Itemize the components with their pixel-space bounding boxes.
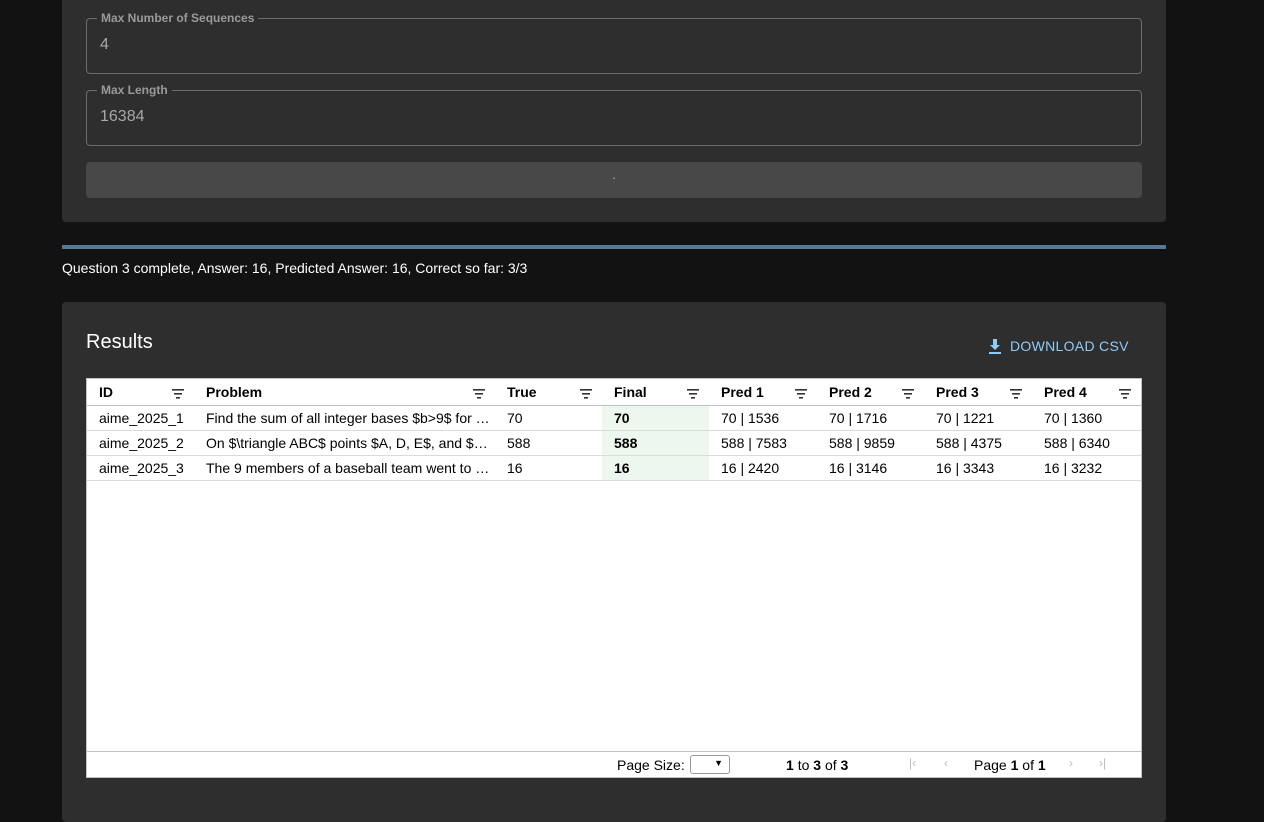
cell-problem[interactable]: The 9 members of a baseball team went to… bbox=[194, 455, 495, 481]
column-header-label: Pred 2 bbox=[829, 384, 872, 400]
column-header-problem[interactable]: Problem bbox=[194, 379, 495, 406]
table-row[interactable]: aime_2025_1 Find the sum of all integer b… bbox=[87, 405, 1141, 431]
column-header-id[interactable]: ID bbox=[87, 379, 194, 406]
cell-pred-2[interactable]: 70 | 1716 bbox=[817, 405, 924, 431]
page-word: Page bbox=[974, 757, 1007, 773]
cell-id[interactable]: aime_2025_1 bbox=[87, 405, 194, 431]
first-page-icon[interactable]: |‹ bbox=[909, 756, 916, 770]
status-text: Question 3 complete, Answer: 16, Predict… bbox=[62, 260, 528, 276]
cell-pred-3[interactable]: 16 | 3343 bbox=[924, 455, 1032, 481]
column-header-pred-1[interactable]: Pred 1 bbox=[709, 379, 817, 406]
cell-id[interactable]: aime_2025_2 bbox=[87, 430, 194, 456]
cell-pred-1[interactable]: 16 | 2420 bbox=[709, 455, 817, 481]
grid-body: aime_2025_1 Find the sum of all integer b… bbox=[87, 405, 1141, 481]
column-header-pred-3[interactable]: Pred 3 bbox=[924, 379, 1032, 406]
cell-pred-1[interactable]: 588 | 7583 bbox=[709, 430, 817, 456]
caret-down-icon: ▼ bbox=[714, 758, 723, 768]
range-from: 1 bbox=[786, 757, 794, 773]
range-to-word: to bbox=[797, 757, 810, 773]
cell-problem[interactable]: Find the sum of all integer bases $b>9$ … bbox=[194, 405, 495, 431]
cell-final[interactable]: 70 bbox=[602, 405, 709, 431]
page-current: 1 bbox=[1010, 757, 1019, 773]
range-to: 3 bbox=[813, 757, 822, 773]
cell-pred-4[interactable]: 588 | 6340 bbox=[1032, 430, 1141, 456]
results-grid: ID Problem True Final Pred 1 Pred 2 Pred 3 Pred… bbox=[86, 378, 1142, 778]
table-row[interactable]: aime_2025_3 The 9 members of a baseball t… bbox=[87, 455, 1141, 481]
page-indicator: Page 1 of 1 bbox=[974, 757, 1046, 773]
max-sequences-input[interactable]: 4 bbox=[100, 36, 109, 54]
range-total: 3 bbox=[840, 757, 849, 773]
results-card: Results DOWNLOAD CSV ID Problem True Final P… bbox=[62, 302, 1166, 822]
column-header-label: Final bbox=[614, 384, 647, 400]
prev-page-icon[interactable]: ‹ bbox=[944, 756, 948, 770]
filter-icon[interactable] bbox=[172, 386, 184, 402]
filter-icon[interactable] bbox=[795, 386, 807, 402]
results-title: Results bbox=[86, 331, 153, 353]
grid-footer: Page Size: ▼ 1 to 3 of 3 |‹ ‹ Page 1 of … bbox=[87, 751, 1141, 777]
download-csv-button[interactable]: DOWNLOAD CSV bbox=[988, 334, 1129, 358]
page-total: 1 bbox=[1037, 757, 1046, 773]
table-row[interactable]: aime_2025_2 On $\triangle ABC$ points $A,… bbox=[87, 430, 1141, 456]
cell-id[interactable]: aime_2025_3 bbox=[87, 455, 194, 481]
page-of-word: of bbox=[1022, 757, 1034, 773]
cell-true[interactable]: 16 bbox=[495, 455, 602, 481]
max-length-input[interactable]: 16384 bbox=[100, 108, 145, 126]
column-header-label: Problem bbox=[206, 384, 263, 400]
cell-pred-3[interactable]: 588 | 4375 bbox=[924, 430, 1032, 456]
row-range-summary: 1 to 3 of 3 bbox=[786, 757, 848, 773]
next-page-icon[interactable]: › bbox=[1069, 756, 1073, 770]
column-header-label: True bbox=[507, 384, 537, 400]
cell-pred-4[interactable]: 70 | 1360 bbox=[1032, 405, 1141, 431]
progress-bar bbox=[62, 245, 1166, 249]
filter-icon[interactable] bbox=[1119, 386, 1131, 402]
max-sequences-label: Max Number of Sequences bbox=[97, 11, 259, 25]
column-header-label: Pred 4 bbox=[1044, 384, 1087, 400]
cell-final[interactable]: 16 bbox=[602, 455, 709, 481]
filter-icon[interactable] bbox=[1010, 386, 1022, 402]
filter-icon[interactable] bbox=[902, 386, 914, 402]
cell-problem[interactable]: On $\triangle ABC$ points $A, D, E$, and… bbox=[194, 430, 495, 456]
cell-true[interactable]: 588 bbox=[495, 430, 602, 456]
column-header-true[interactable]: True bbox=[495, 379, 602, 406]
max-length-field[interactable]: Max Length 16384 bbox=[86, 83, 1142, 146]
max-sequences-field[interactable]: Max Number of Sequences 4 bbox=[86, 11, 1142, 74]
page-size-select[interactable]: ▼ bbox=[690, 755, 730, 774]
column-header-pred-4[interactable]: Pred 4 bbox=[1032, 379, 1141, 406]
cell-pred-2[interactable]: 16 | 3146 bbox=[817, 455, 924, 481]
download-icon bbox=[989, 339, 1001, 354]
cell-true[interactable]: 70 bbox=[495, 405, 602, 431]
range-of-word: of bbox=[824, 757, 837, 773]
cell-final[interactable]: 588 bbox=[602, 430, 709, 456]
column-header-label: ID bbox=[99, 384, 113, 400]
last-page-icon[interactable]: ›| bbox=[1099, 756, 1106, 770]
submit-button[interactable]: . bbox=[86, 162, 1142, 198]
page-size-label: Page Size: bbox=[617, 757, 685, 773]
column-header-pred-2[interactable]: Pred 2 bbox=[817, 379, 924, 406]
cell-pred-3[interactable]: 70 | 1221 bbox=[924, 405, 1032, 431]
filter-icon[interactable] bbox=[580, 386, 592, 402]
grid-header-row: ID Problem True Final Pred 1 Pred 2 Pred 3 Pred… bbox=[87, 379, 1141, 406]
column-header-label: Pred 1 bbox=[721, 384, 764, 400]
settings-form-card: Max Number of Sequences 4 Max Length 163… bbox=[62, 0, 1166, 222]
filter-icon[interactable] bbox=[473, 386, 485, 402]
cell-pred-4[interactable]: 16 | 3232 bbox=[1032, 455, 1141, 481]
column-header-final[interactable]: Final bbox=[602, 379, 709, 406]
column-header-label: Pred 3 bbox=[936, 384, 979, 400]
max-length-label: Max Length bbox=[97, 83, 172, 97]
cell-pred-1[interactable]: 70 | 1536 bbox=[709, 405, 817, 431]
cell-pred-2[interactable]: 588 | 9859 bbox=[817, 430, 924, 456]
download-csv-label: DOWNLOAD CSV bbox=[1010, 338, 1129, 354]
filter-icon[interactable] bbox=[687, 386, 699, 402]
progress-fill bbox=[62, 245, 1166, 249]
